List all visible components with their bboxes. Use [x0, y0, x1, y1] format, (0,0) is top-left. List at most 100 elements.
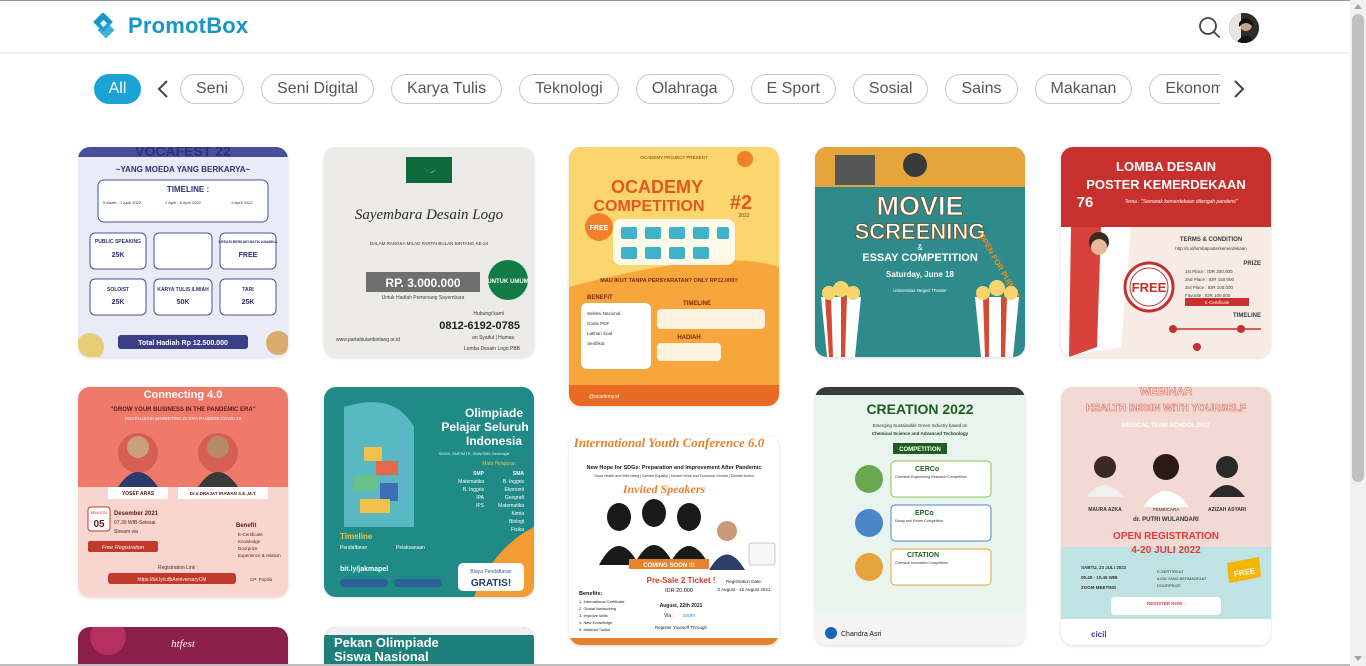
poster-subject: Matematika	[498, 503, 524, 509]
poster-site: www.partaibulanbintang.or.id	[336, 337, 400, 343]
filter-chip-karya-tulis[interactable]: Karya Tulis	[390, 74, 503, 104]
poster-title: Siswa Nasional	[334, 649, 429, 664]
poster-benefit: Experience & relation	[238, 553, 281, 558]
poster-event: CERCo	[915, 466, 939, 473]
poster-card-vocafest[interactable]: VOCAFEST 22 ~YANG MOEDA YANG BERKARYA~ T…	[78, 147, 288, 357]
filter-chip-makanan[interactable]: Makanan	[1034, 74, 1133, 104]
poster-exec-label: Pelaksanaan	[396, 545, 425, 551]
poster-timeline-label: Timeline	[340, 532, 373, 541]
filter-chip-ekonomi[interactable]: Ekonomi	[1149, 74, 1220, 104]
poster-price: 25K	[112, 252, 125, 259]
poster-benefits-label: Benefits:	[579, 591, 603, 597]
filter-chip-sosial[interactable]: Sosial	[852, 74, 929, 104]
poster-subtitle: Emerging Sustainable Green Industry base…	[873, 423, 968, 428]
poster-school: MEDICAL TEAM SCHOOL 2022	[1122, 423, 1211, 429]
poster-subject: IPS	[476, 503, 485, 509]
scroll-down-icon[interactable]	[1354, 656, 1362, 661]
poster-title: Pelajar Seluruh	[441, 420, 528, 434]
promotbox-logo-icon	[90, 12, 116, 39]
poster-card-creation-2022[interactable]: CREATION 2022 Emerging Sustainable Green…	[815, 387, 1025, 645]
poster-cp: CP: Popilia	[250, 577, 273, 582]
poster-event-date: SABTU, 23 JULI 2022	[1081, 565, 1127, 570]
poster-invited: Invited Speakers	[622, 482, 706, 496]
poster-subject: SMP	[473, 471, 485, 477]
brand-name: PromotBox	[128, 13, 249, 38]
poster-theme: New Hope for SDGs: Preparation and Impro…	[587, 465, 762, 471]
brand[interactable]: PromotBox	[90, 12, 249, 39]
filter-chip-sains[interactable]: Sains	[945, 74, 1018, 104]
poster-soon: COMING SOON !!!	[643, 563, 695, 569]
poster-date: Saturday, June 18	[886, 270, 954, 279]
poster-stamp: FREE	[1132, 280, 1167, 295]
poster-title: SCREENING	[855, 219, 986, 244]
poster-contact-name: an Syaiful | Humas	[472, 335, 514, 341]
filter-chip-all[interactable]: All	[94, 74, 141, 104]
poster-benefit: DOORPRIZE	[1157, 583, 1181, 588]
poster-footer: @ocademy.id	[589, 394, 619, 400]
poster-time: 09.40 - 10.45 WIB	[1081, 575, 1118, 580]
poster-amp: &	[917, 243, 923, 252]
filter-chips-row: Seni Seni Digital Karya Tulis Teknologi Olah…	[180, 74, 1220, 104]
poster-card-sayembara-logo[interactable]: Sayembara Desain Logo DALAM RANGKA MILAD…	[324, 147, 534, 357]
poster-category: TARI	[242, 287, 254, 293]
filter-chip-teknologi[interactable]: Teknologi	[519, 74, 619, 104]
category-filter-bar: All Seni Seni Digital Karya Tulis Teknologi…	[94, 74, 1254, 106]
poster-register: Free Registration	[102, 545, 144, 551]
filter-chip-e-sport[interactable]: E Sport	[750, 74, 836, 104]
poster-card-olimpiade-pelajar[interactable]: Olimpiade Pelajar Seluruh Indonesia SD/M…	[324, 387, 534, 597]
poster-event-sub: Chemical Engineering Research Competitio…	[895, 475, 967, 479]
poster-category: KARYA TULIS ILMIAH	[157, 287, 209, 293]
poster-title: WEBINAR	[1140, 387, 1193, 398]
filter-chip-seni-digital[interactable]: Seni Digital	[261, 74, 374, 104]
poster-card-connecting[interactable]: Connecting 4.0 "GROW YOUR BUSINESS IN TH…	[78, 387, 288, 597]
poster-benefit-label: Benefit	[236, 523, 256, 529]
poster-card-pekan-olimpiade[interactable]: Pekan Olimpiade Siswa Nasional	[324, 627, 534, 664]
poster-benefit: 3. Improve skills	[579, 613, 608, 618]
poster-title: POSTER KEMERDEKAAN	[1086, 177, 1246, 192]
poster-title: International Youth Conference 6.0	[573, 435, 765, 450]
poster-date: 9 April 2022	[231, 200, 253, 205]
search-icon[interactable]	[1198, 16, 1220, 38]
poster-card-webinar[interactable]: WEBINAR HEALTH BEGIN WITH YOURSELF MEDIC…	[1061, 387, 1271, 645]
poster-prize: RP. 3.000.000	[385, 276, 461, 290]
poster-venue: Universitas Negeri Theater	[893, 288, 947, 293]
poster-month: Desember 2021	[114, 511, 159, 517]
poster-timeline-label: TIMELINE	[1233, 313, 1261, 319]
poster-date: 9 Maret - 1 April 2022	[103, 200, 142, 205]
poster-sponsor: Chandra Asri	[841, 631, 882, 638]
poster-title: MOVIE	[876, 191, 963, 221]
poster-event-sub: Chemical Innovation Competition	[895, 561, 948, 565]
poster-card-kemerdekaan[interactable]: LOMBA DESAIN POSTER KEMERDEKAAN 76 Tema …	[1061, 147, 1271, 357]
filter-chips-scroll[interactable]: Seni Seni Digital Karya Tulis Teknologi Olah…	[180, 74, 1220, 106]
poster-title: Sayembara Desain Logo	[355, 207, 504, 223]
chevron-left-icon[interactable]	[154, 79, 174, 99]
poster-stream: Stream via	[114, 529, 138, 535]
poster-zoom: ZOOM MEETING	[1081, 585, 1117, 590]
poster-subtitle: DIGITALISASI MARKETING DI ERA PANDEMI CO…	[125, 416, 242, 421]
scrollbar-thumb[interactable]	[1352, 14, 1364, 482]
filter-chip-olahraga[interactable]: Olahraga	[635, 74, 734, 104]
poster-speaker: dr. PUTRI WULANDARI	[1133, 517, 1199, 523]
poster-day-label: MINGGU	[91, 510, 108, 515]
poster-edition: #2	[730, 192, 752, 214]
poster-category: PUBLIC SPEAKING	[95, 239, 141, 245]
scroll-up-icon[interactable]	[1354, 4, 1362, 9]
poster-benefit: 5. Material Toolkit	[579, 627, 611, 632]
user-avatar[interactable]	[1229, 13, 1259, 43]
poster-card-movie-screening[interactable]: MOVIE SCREENING & ESSAY COMPETITION Satu…	[815, 147, 1025, 357]
poster-title: Pekan Olimpiade	[334, 635, 439, 650]
chevron-right-icon[interactable]	[1228, 79, 1248, 99]
poster-subtitle: ESSAY COMPETITION	[862, 252, 978, 264]
poster-card-htfest[interactable]: htfest	[78, 627, 288, 664]
poster-subject: IPA	[476, 495, 484, 501]
poster-title: HEALTH BEGIN WITH YOURSELF	[1086, 403, 1246, 414]
poster-title: htfest	[171, 638, 196, 650]
page-scrollbar[interactable]	[1350, 0, 1366, 666]
poster-contact-label: Hubungi kami	[473, 311, 504, 317]
poster-card-youth-conference[interactable]: International Youth Conference 6.0 New H…	[569, 435, 779, 645]
poster-register-label: REGISTER NOW :	[1147, 601, 1186, 606]
poster-card-ocademy[interactable]: OCADEMY PROJECT PRESENT OCADEMY COMPETIT…	[569, 147, 779, 406]
poster-badge: GRATIS!	[471, 578, 511, 589]
poster-title: Olimpiade	[465, 406, 523, 420]
filter-chip-seni[interactable]: Seni	[180, 74, 245, 104]
